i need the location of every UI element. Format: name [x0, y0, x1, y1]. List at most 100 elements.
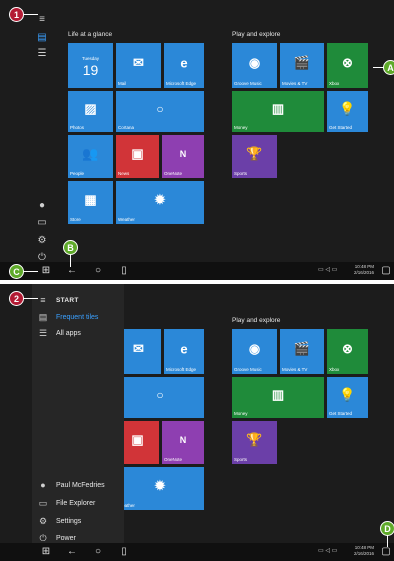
menu-start-header[interactable]: ≡ START	[38, 293, 79, 307]
tile-groove[interactable]: ◉ Groove Music	[232, 329, 277, 374]
callout-d: D	[380, 521, 394, 536]
menu-file-explorer-label: File Explorer	[56, 499, 96, 507]
tile-money[interactable]: ▥ Money	[232, 91, 324, 132]
menu-user-label: Paul McFedries	[56, 481, 105, 489]
tile-label: Money	[234, 411, 248, 416]
menu-file-explorer[interactable]: ▭ File Explorer	[38, 496, 96, 510]
edge-icon: e	[180, 55, 188, 71]
chart-icon: ▥	[271, 101, 285, 117]
start-screen-collapsed: ≡ ▤ ☰ ● ▭ ⚙ ⏻ Life at a glance Play and …	[0, 0, 394, 280]
task-view-icon[interactable]: ▯	[118, 546, 130, 558]
frequent-tiles-icon: ▤	[38, 311, 48, 322]
xbox-icon: ⊗	[342, 341, 353, 357]
clock[interactable]: 10:48 PM 2/16/2016	[354, 264, 374, 276]
mail-icon: ✉	[133, 55, 144, 71]
all-apps-icon[interactable]: ☰	[36, 48, 48, 60]
photos-icon: ▨	[84, 101, 97, 117]
lightbulb-icon: 💡	[339, 101, 356, 117]
menu-frequent-label: Frequent tiles	[56, 313, 99, 321]
tile-onenote[interactable]: N OneNote	[162, 135, 204, 178]
tile-groove[interactable]: ◉ Groove Music	[232, 43, 277, 88]
tray-icon[interactable]: ▭ ◁ ▭	[318, 266, 337, 273]
search-circle-icon[interactable]: ○	[92, 546, 104, 558]
callout-line	[22, 14, 38, 15]
tile-calendar[interactable]: Tuesday 19	[68, 43, 113, 88]
menu-settings-label: Settings	[56, 517, 82, 525]
settings-icon[interactable]: ⚙	[36, 235, 48, 247]
menu-all-apps[interactable]: ☰ All apps	[38, 326, 81, 340]
hamburger-icon[interactable]: ≡	[36, 14, 48, 26]
xbox-icon: ⊗	[342, 55, 353, 71]
tile-label: Store	[70, 217, 81, 222]
tile-label: Cortana	[118, 125, 135, 130]
tile-xbox[interactable]: ⊗ Xbox	[327, 43, 368, 88]
tile-store[interactable]: ▦ Store	[68, 181, 113, 224]
callout-a: A	[383, 60, 394, 75]
back-arrow-icon[interactable]: ←	[66, 265, 78, 277]
windows-logo-icon[interactable]: ⊞	[40, 265, 52, 277]
start-menu-pane: ≡ START ▤ Frequent tiles ☰ All apps ● Pa…	[32, 284, 124, 543]
tile-weather[interactable]: ✹ Weather	[116, 181, 204, 224]
tile-getstarted[interactable]: 💡 Get Started	[327, 377, 368, 418]
trophy-icon: 🏆	[246, 432, 263, 448]
group-title-play: Play and explore	[232, 31, 281, 38]
callout-c: C	[9, 264, 24, 279]
action-center-icon[interactable]: ▢	[380, 546, 392, 558]
tile-edge[interactable]: e Microsoft Edge	[164, 43, 204, 88]
tile-xbox[interactable]: ⊗ Xbox	[327, 329, 368, 374]
taskbar: ⊞ ← ○ ▯ ▭ ◁ ▭ 10:48 PM 2/16/2016 ▢	[0, 262, 394, 280]
film-icon: 🎬	[293, 55, 311, 71]
all-apps-icon: ☰	[38, 327, 48, 338]
search-circle-icon[interactable]: ○	[92, 265, 104, 277]
calendar-date: 19	[82, 62, 99, 78]
tile-mail[interactable]: ✉ Mail	[116, 43, 161, 88]
tile-weather[interactable]: ✹ Weather	[116, 467, 204, 510]
tile-onenote[interactable]: N OneNote	[162, 421, 204, 464]
tile-photos[interactable]: ▨ Photos	[68, 91, 113, 132]
menu-all-apps-label: All apps	[56, 329, 81, 337]
hamburger-icon[interactable]: ≡	[38, 295, 48, 305]
news-icon: ▣	[131, 432, 144, 448]
menu-start-label: START	[56, 296, 79, 304]
group-title-play: Play and explore	[232, 317, 281, 324]
tile-getstarted[interactable]: 💡 Get Started	[327, 91, 368, 132]
tile-news[interactable]: ▣ News	[116, 135, 159, 178]
edge-icon: e	[180, 341, 188, 357]
tile-label: OneNote	[164, 457, 183, 462]
groove-icon: ◉	[248, 55, 261, 71]
tile-sports[interactable]: 🏆 Sports	[232, 135, 277, 178]
tile-people[interactable]: 👥 People	[68, 135, 113, 178]
tile-label: Microsoft Edge	[166, 81, 197, 86]
tile-label: Mail	[118, 81, 127, 86]
onenote-icon: N	[179, 435, 187, 446]
power-icon: ⏻	[39, 532, 47, 543]
menu-user[interactable]: ● Paul McFedries	[38, 478, 105, 492]
tile-label: Photos	[70, 125, 85, 130]
tile-sports[interactable]: 🏆 Sports	[232, 421, 277, 464]
tile-money[interactable]: ▥ Money	[232, 377, 324, 418]
tile-edge[interactable]: e Microsoft Edge	[164, 329, 204, 374]
action-center-icon[interactable]: ▢	[380, 265, 392, 277]
clock-date: 2/16/2016	[353, 551, 374, 556]
tile-cortana[interactable]: ○ Cortana	[116, 91, 204, 132]
tile-cortana[interactable]: ○ na	[116, 377, 204, 418]
tile-label: Weather	[118, 217, 135, 222]
file-explorer-icon[interactable]: ▭	[36, 217, 48, 229]
menu-frequent-tiles[interactable]: ▤ Frequent tiles	[38, 310, 99, 324]
callout-2: 2	[9, 291, 24, 306]
tile-movies[interactable]: 🎬 Movies & TV	[280, 43, 324, 88]
back-arrow-icon[interactable]: ←	[66, 546, 78, 558]
tile-label: Money	[234, 125, 248, 130]
user-avatar-icon[interactable]: ●	[36, 200, 48, 212]
menu-settings[interactable]: ⚙ Settings	[38, 514, 81, 528]
callout-line	[22, 271, 38, 272]
tile-movies[interactable]: 🎬 Movies & TV	[280, 329, 324, 374]
file-explorer-icon: ▭	[38, 497, 48, 508]
clock[interactable]: 10:48 PM 2/16/2016	[354, 545, 374, 557]
tray-icon[interactable]: ▭ ◁ ▭	[318, 547, 337, 554]
windows-logo-icon[interactable]: ⊞	[40, 546, 52, 558]
start-screen-expanded: ✉ e Microsoft Edge ○ na ▣ N OneNote ✹ We…	[0, 284, 394, 561]
frequent-tiles-icon[interactable]: ▤	[36, 32, 48, 44]
task-view-icon[interactable]: ▯	[118, 265, 130, 277]
cortana-icon: ○	[156, 388, 164, 403]
